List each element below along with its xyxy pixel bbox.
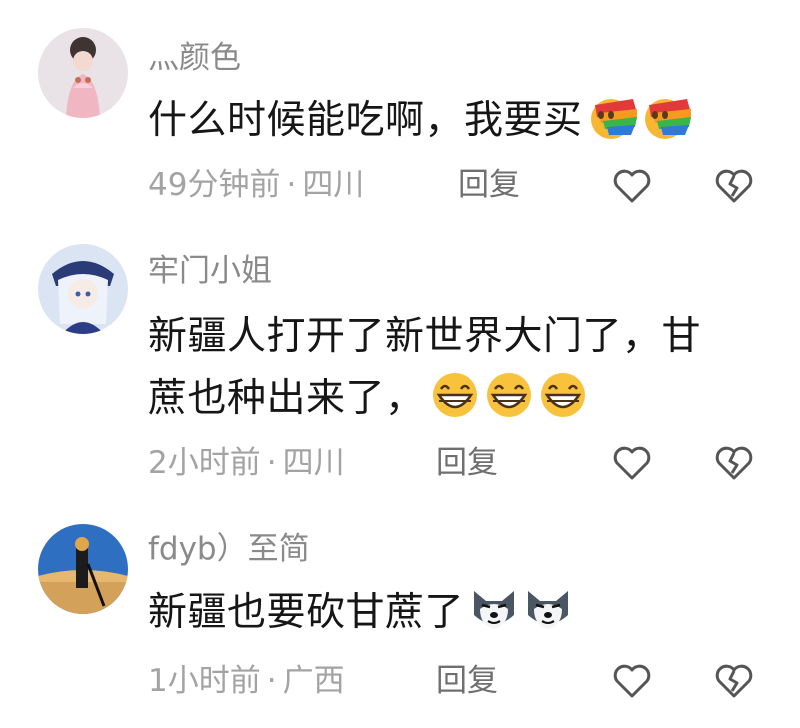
comment-meta: 2小时前 · 四川 <box>148 448 345 479</box>
broken-heart-outline-icon <box>715 169 753 203</box>
comment-item: 灬颜色 什么时候能吃啊，我要买 49分钟前 · 四川 回复 <box>0 0 800 230</box>
avatar[interactable] <box>38 244 128 334</box>
reply-button[interactable]: 回复 <box>436 448 498 479</box>
comment-text-line: 新疆人打开了新世界大门了，甘 <box>148 314 702 359</box>
location: 广西 <box>282 663 345 699</box>
location: 四川 <box>302 167 365 203</box>
timestamp: 2小时前 <box>148 445 261 481</box>
grin-emoji <box>540 373 585 417</box>
comment-meta: 1小时前 · 广西 <box>148 666 345 697</box>
broken-heart-outline-icon <box>715 664 753 698</box>
avatar[interactable] <box>38 28 128 118</box>
timestamp: 1小时前 <box>148 663 261 699</box>
avatar-image <box>38 524 128 614</box>
dislike-button[interactable] <box>713 442 755 484</box>
comment-text-body: 什么时候能吃啊，我要买 <box>148 98 583 143</box>
heart-outline-icon <box>613 169 651 203</box>
husky-emoji <box>528 591 569 629</box>
timestamp: 49分钟前 <box>148 167 281 203</box>
comment-text-body: 蔗也种出来了， <box>148 376 425 421</box>
rainbow-vomit-emoji <box>590 99 637 139</box>
comment-item: 牢门小姐 新疆人打开了新世界大门了，甘 蔗也种出来了， 2小时前 · 四川 回复 <box>0 230 800 500</box>
comment-text-body: 新疆也要砍甘蔗了 <box>148 590 465 635</box>
comment-meta: 49分钟前 · 四川 <box>148 170 364 201</box>
broken-heart-outline-icon <box>715 446 753 480</box>
emoji-group <box>468 585 576 652</box>
like-button[interactable] <box>611 442 653 484</box>
comment-item: fdyb）至简 新疆也要砍甘蔗了 1小时前 · 广西 回复 <box>0 500 800 728</box>
rainbow-vomit-emoji <box>644 99 691 139</box>
username[interactable]: fdyb）至简 <box>148 534 310 565</box>
reply-button[interactable]: 回复 <box>458 170 520 201</box>
reply-button[interactable]: 回复 <box>436 666 498 697</box>
like-button[interactable] <box>611 165 653 207</box>
like-button[interactable] <box>611 660 653 702</box>
comment-text: 什么时候能吃啊，我要买 <box>148 90 768 160</box>
meta-separator: · <box>266 445 277 481</box>
comment-text: 新疆人打开了新世界大门了，甘 蔗也种出来了， <box>148 306 768 438</box>
comment-text: 新疆也要砍甘蔗了 <box>148 582 768 652</box>
meta-separator: · <box>266 663 277 699</box>
avatar[interactable] <box>38 524 128 614</box>
heart-outline-icon <box>613 664 651 698</box>
grin-emoji <box>432 373 477 417</box>
avatar-image <box>38 28 128 118</box>
heart-outline-icon <box>613 446 651 480</box>
dislike-button[interactable] <box>713 660 755 702</box>
emoji-group <box>587 93 695 160</box>
dislike-button[interactable] <box>713 165 755 207</box>
username[interactable]: 牢门小姐 <box>148 256 272 287</box>
comment-text-line-with-emoji: 蔗也种出来了， <box>148 368 768 438</box>
avatar-image <box>38 244 128 334</box>
husky-emoji <box>474 591 515 629</box>
grin-emoji <box>486 373 531 417</box>
meta-separator: · <box>286 167 297 203</box>
emoji-group <box>429 371 591 438</box>
location: 四川 <box>282 445 345 481</box>
username[interactable]: 灬颜色 <box>148 43 241 74</box>
